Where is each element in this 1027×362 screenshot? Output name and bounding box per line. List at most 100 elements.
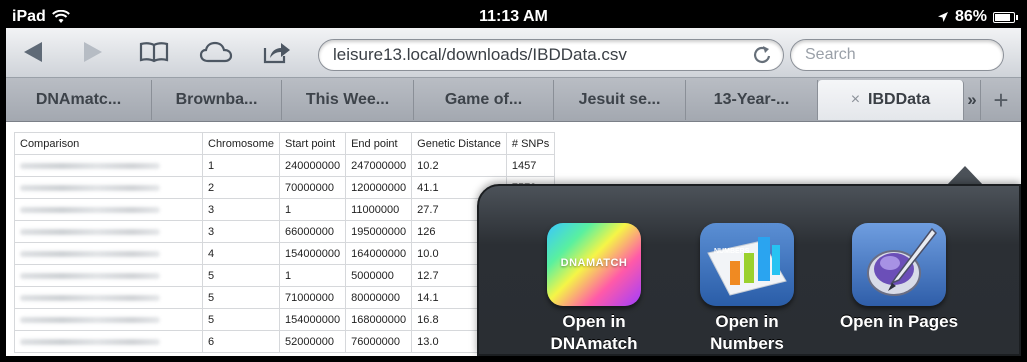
search-placeholder: Search (805, 46, 856, 63)
tab-bar: DNAmatc... Brownba... This Wee... Game o… (6, 78, 1021, 122)
table-cell: 1457 (505, 154, 556, 177)
open-in-numbers-button[interactable]: NUMBERS Open in Numbers (682, 223, 812, 355)
column-header: # SNPs (505, 132, 556, 155)
comparison-cell-redacted (14, 330, 203, 353)
open-in-pages-button[interactable]: Open in Pages (824, 223, 974, 333)
app-label-line2: Numbers (710, 334, 784, 353)
table-cell: 3 (201, 198, 281, 221)
app-label-line1: Open in (715, 312, 779, 331)
location-arrow-icon (937, 12, 948, 22)
table-cell: 1 (201, 154, 281, 177)
tab-label: Brownba... (175, 91, 258, 108)
app-label-line1: Open in (562, 312, 626, 331)
column-header: Comparison (14, 132, 203, 155)
dnamatch-icon-text: DNAMATCH (560, 257, 628, 269)
table-cell: 5000000 (345, 264, 413, 287)
redacted-name (20, 228, 160, 235)
table-row: 5 71000000 80000000 14.1 (14, 286, 556, 309)
app-label: Open in Pages (824, 311, 974, 333)
redacted-name (20, 272, 160, 279)
url-field[interactable]: leisure13.local/downloads/IBDData.csv (318, 39, 784, 71)
dnamatch-app-icon: DNAMATCH (547, 223, 641, 306)
table-cell: 1 (279, 198, 347, 221)
tab-label: 13-Year-... (713, 91, 790, 108)
share-button[interactable] (262, 40, 292, 64)
comparison-cell-redacted (14, 286, 203, 309)
tab-1[interactable]: DNAmatc... (6, 80, 152, 120)
battery-percent: 86% (954, 8, 987, 25)
column-header: Chromosome (201, 132, 281, 155)
forward-button[interactable] (80, 40, 106, 64)
redacted-name (20, 250, 160, 257)
table-row: 4 154000000 164000000 10.0 (14, 242, 556, 265)
comparison-cell-redacted (14, 176, 203, 199)
app-label: Open in DNAmatch (529, 311, 659, 355)
comparison-cell-redacted (14, 242, 203, 265)
reload-icon[interactable] (753, 44, 771, 70)
table-cell: 154000000 (279, 242, 347, 265)
comparison-cell-redacted (14, 220, 203, 243)
table-cell: 154000000 (279, 308, 347, 331)
tab-4[interactable]: Game of... (414, 80, 554, 120)
table-cell: 66000000 (279, 220, 347, 243)
table-row: 1 240000000 247000000 10.2 1457 (14, 154, 556, 177)
tab-overflow-chevron-icon[interactable]: » (964, 80, 980, 120)
comparison-cell-redacted (14, 198, 203, 221)
forward-icon (84, 42, 102, 62)
table-cell: 168000000 (345, 308, 413, 331)
tab-label: Game of... (444, 91, 523, 108)
table-cell: 240000000 (279, 154, 347, 177)
bookmarks-button[interactable] (139, 40, 169, 64)
table-row: 27000000012000000041.17579 (14, 176, 556, 199)
redacted-name (20, 162, 160, 169)
table-row: 5 1 5000000 12.7 (14, 264, 556, 287)
table-cell: 76000000 (345, 330, 413, 353)
table-cell: 4 (201, 242, 281, 265)
table-row: 311100000027.73000 (14, 198, 556, 221)
table-header-row: Comparison Chromosome Start point End point… (14, 132, 556, 155)
pages-app-icon (852, 223, 946, 306)
tab-label: Jesuit se... (578, 91, 661, 108)
battery-fill (995, 13, 1010, 21)
table-cell: 3 (201, 220, 281, 243)
numbers-icon-text: NUMBERS (714, 248, 750, 255)
comparison-cell-redacted (14, 264, 203, 287)
tab-ibddata-active[interactable]: × IBDData (818, 80, 964, 120)
table-cell: 6 (201, 330, 281, 353)
comparison-cell-redacted (14, 308, 203, 331)
column-header: End point (345, 132, 413, 155)
table-row: 5 154000000 168000000 16.8 (14, 308, 556, 331)
tab-3[interactable]: This Wee... (282, 80, 414, 120)
search-field[interactable]: Search (790, 39, 1004, 71)
battery-icon (993, 11, 1018, 23)
tab-2[interactable]: Brownba... (152, 80, 282, 120)
table-cell: 11000000 (345, 198, 413, 221)
close-tab-icon[interactable]: × (851, 91, 860, 109)
table-cell: 52000000 (279, 330, 347, 353)
new-tab-plus-icon[interactable]: + (980, 80, 1021, 120)
table-cell: 70000000 (279, 176, 347, 199)
tab-label: IBDData (868, 91, 931, 108)
table-cell: 5 (201, 286, 281, 309)
tab-6[interactable]: 13-Year-... (686, 80, 818, 120)
icloud-tabs-icon (199, 41, 233, 63)
tab-5[interactable]: Jesuit se... (554, 80, 686, 120)
table-cell: 195000000 (345, 220, 413, 243)
open-in-dnamatch-button[interactable]: DNAMATCH Open in DNAmatch (529, 223, 659, 355)
comparison-cell-redacted (14, 154, 203, 177)
table-cell: 10.2 (411, 154, 507, 177)
redacted-name (20, 294, 160, 301)
tab-label: This Wee... (305, 91, 390, 108)
tab-label: DNAmatc... (35, 91, 122, 108)
back-button[interactable] (20, 40, 46, 64)
url-text: leisure13.local/downloads/IBDData.csv (333, 45, 627, 64)
table-cell: 71000000 (279, 286, 347, 309)
table-cell: 80000000 (345, 286, 413, 309)
app-label-line1: Open in Pages (839, 312, 959, 331)
numbers-app-icon: NUMBERS (700, 223, 794, 306)
icloud-tabs-button[interactable] (199, 40, 233, 64)
browser-toolbar: leisure13.local/downloads/IBDData.csv Se… (6, 28, 1021, 78)
app-label: Open in Numbers (682, 311, 812, 355)
table-cell: 5 (201, 264, 281, 287)
popover-arrow (946, 166, 984, 186)
